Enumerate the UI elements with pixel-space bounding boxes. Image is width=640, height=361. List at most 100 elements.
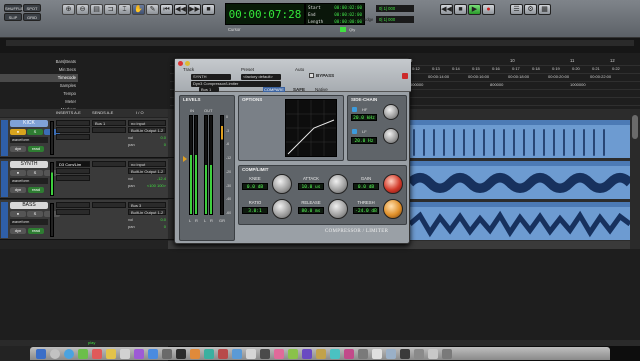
finder-icon[interactable]	[36, 348, 46, 359]
app-icon[interactable]	[204, 348, 214, 359]
insert-slot[interactable]	[56, 202, 90, 208]
app-icon[interactable]	[288, 348, 298, 359]
vertical-scrollbar[interactable]	[630, 109, 640, 249]
insert-slot[interactable]	[56, 134, 90, 140]
insert-slot[interactable]	[56, 209, 90, 215]
record-automation-icon[interactable]	[402, 73, 408, 79]
track-name[interactable]: SYNTH	[10, 161, 48, 168]
app-icon[interactable]	[302, 348, 312, 359]
mix-window-icon[interactable]: ☰	[510, 4, 523, 15]
release-value[interactable]: 80.0 ms	[298, 207, 324, 214]
pan-value[interactable]: 0	[164, 142, 166, 147]
view-selector[interactable]: waveform	[10, 219, 48, 225]
ruler-label[interactable]: Min:Secs	[0, 66, 78, 74]
fast-forward-icon[interactable]: ▶▶	[188, 4, 201, 15]
read-button[interactable]: read	[28, 146, 44, 152]
record-enable-button[interactable]: ●	[10, 170, 26, 176]
inserts-column-header[interactable]: INSERTS A-E	[56, 109, 81, 117]
input-selector[interactable]: no input	[128, 161, 166, 167]
volume-value[interactable]: 0.0	[160, 217, 166, 222]
send-slot[interactable]: Bus 1	[92, 120, 126, 126]
track-kick[interactable]: KICK ● S M waveform dyn read Bus 1 no in…	[0, 118, 168, 158]
threshold-knob[interactable]	[383, 199, 403, 219]
thresh-value[interactable]: -24.0 dB	[353, 207, 379, 214]
pan-value[interactable]: <100 100>	[147, 183, 166, 188]
app-icon[interactable]	[372, 348, 382, 359]
gain-value[interactable]: 0.0 dB	[353, 183, 379, 190]
safe-button[interactable]: SAFE	[293, 87, 305, 92]
track-selector[interactable]: SYNTH	[191, 74, 231, 80]
length-value[interactable]: 00:00:00:00	[334, 18, 362, 25]
insert-slot[interactable]	[56, 120, 90, 126]
play-icon[interactable]: ▶	[468, 4, 481, 15]
output-selector[interactable]: Built-in Output 1-2	[128, 168, 166, 174]
record-enable-button[interactable]: ●	[10, 211, 26, 217]
return-to-zero-icon[interactable]: ⏮	[160, 4, 173, 15]
release-knob[interactable]	[328, 199, 348, 219]
nudge-value[interactable]: 0| 1| 000	[376, 16, 414, 23]
gain-knob[interactable]	[383, 174, 403, 194]
input-selector[interactable]: no input	[128, 120, 166, 126]
output-selector[interactable]: Built-in Output 1-2	[128, 127, 166, 133]
input-selector[interactable]: Bus 3	[128, 202, 166, 208]
app-icon[interactable]	[260, 348, 270, 359]
empty-track-area[interactable]	[0, 249, 640, 340]
attack-value[interactable]: 10.0 us	[298, 183, 324, 190]
volume-value[interactable]: -12.4	[157, 176, 166, 181]
sends-column-header[interactable]: SENDS A-E	[92, 109, 113, 117]
zoom-preset-icon[interactable]: ▤	[90, 4, 103, 15]
send-slot[interactable]	[92, 161, 126, 167]
stop-icon[interactable]: ■	[202, 4, 215, 15]
app-icon[interactable]	[246, 348, 256, 359]
start-value[interactable]: 00:00:02:00	[334, 4, 362, 11]
record-enable-button[interactable]: ●	[10, 129, 26, 135]
pencil-tool-icon[interactable]: ✎	[146, 4, 159, 15]
track-bass[interactable]: BASS ● S M waveform dyn read Bus 3 Built…	[0, 200, 168, 240]
lf-filter-icon[interactable]	[352, 129, 357, 134]
grid-value[interactable]: 0| 1| 000	[376, 5, 414, 12]
spot-mode-button[interactable]: SPOT	[23, 4, 41, 12]
ruler-label[interactable]: Samples	[0, 82, 78, 90]
hf-value[interactable]: 20.0 kHz	[351, 114, 377, 121]
trim-tool-icon[interactable]: ⊐	[104, 4, 117, 15]
close-icon[interactable]	[178, 61, 183, 66]
track-synth[interactable]: SYNTH ● S M waveform dyn read D3 Com/Lim…	[0, 159, 168, 199]
attack-knob[interactable]	[328, 174, 348, 194]
track-name[interactable]: BASS	[10, 202, 48, 209]
grabber-tool-icon[interactable]: ✋	[132, 4, 145, 15]
solo-button[interactable]: S	[27, 211, 43, 217]
dyn-button[interactable]: dyn	[10, 146, 26, 152]
itunes-icon[interactable]	[134, 348, 144, 359]
view-selector[interactable]: waveform	[10, 178, 48, 184]
insert-slot-active[interactable]: D3 Com/Lim	[56, 161, 90, 167]
safari-icon[interactable]	[64, 348, 74, 359]
app-icon[interactable]	[316, 348, 326, 359]
pro-tools-icon[interactable]	[176, 348, 186, 359]
audio-clip[interactable]	[410, 161, 630, 199]
view-selector[interactable]: waveform	[10, 137, 48, 143]
ratio-knob[interactable]	[272, 199, 292, 219]
insert-slot[interactable]	[56, 168, 90, 174]
shuffle-mode-button[interactable]: SHUFFLE	[4, 4, 23, 12]
trash-icon[interactable]	[442, 348, 452, 359]
threshold-marker-icon[interactable]	[183, 156, 187, 162]
knee-knob[interactable]	[272, 174, 292, 194]
app-icon[interactable]	[414, 348, 424, 359]
read-button[interactable]: read	[28, 228, 44, 234]
view-icon[interactable]: ▦	[538, 4, 551, 15]
notes-icon[interactable]	[106, 348, 116, 359]
solo-button[interactable]: S	[27, 129, 43, 135]
slip-mode-button[interactable]: SLIP	[4, 13, 22, 21]
output-selector[interactable]: Built-in Output 1-2	[128, 209, 166, 215]
key-input-selector[interactable]: Bus 1	[199, 87, 219, 92]
bypass-checkbox[interactable]	[309, 73, 314, 78]
ruler-label-selected[interactable]: Timecode	[0, 74, 78, 82]
contacts-icon[interactable]	[120, 348, 130, 359]
solo-button[interactable]: S	[27, 170, 43, 176]
record-icon[interactable]: ●	[482, 4, 495, 15]
app-icon[interactable]	[218, 348, 228, 359]
end-value[interactable]: 00:00:02:00	[334, 11, 362, 18]
app-icon[interactable]	[358, 348, 368, 359]
ruler-label[interactable]: Tempo	[0, 90, 78, 98]
insert-slot[interactable]	[56, 127, 90, 133]
